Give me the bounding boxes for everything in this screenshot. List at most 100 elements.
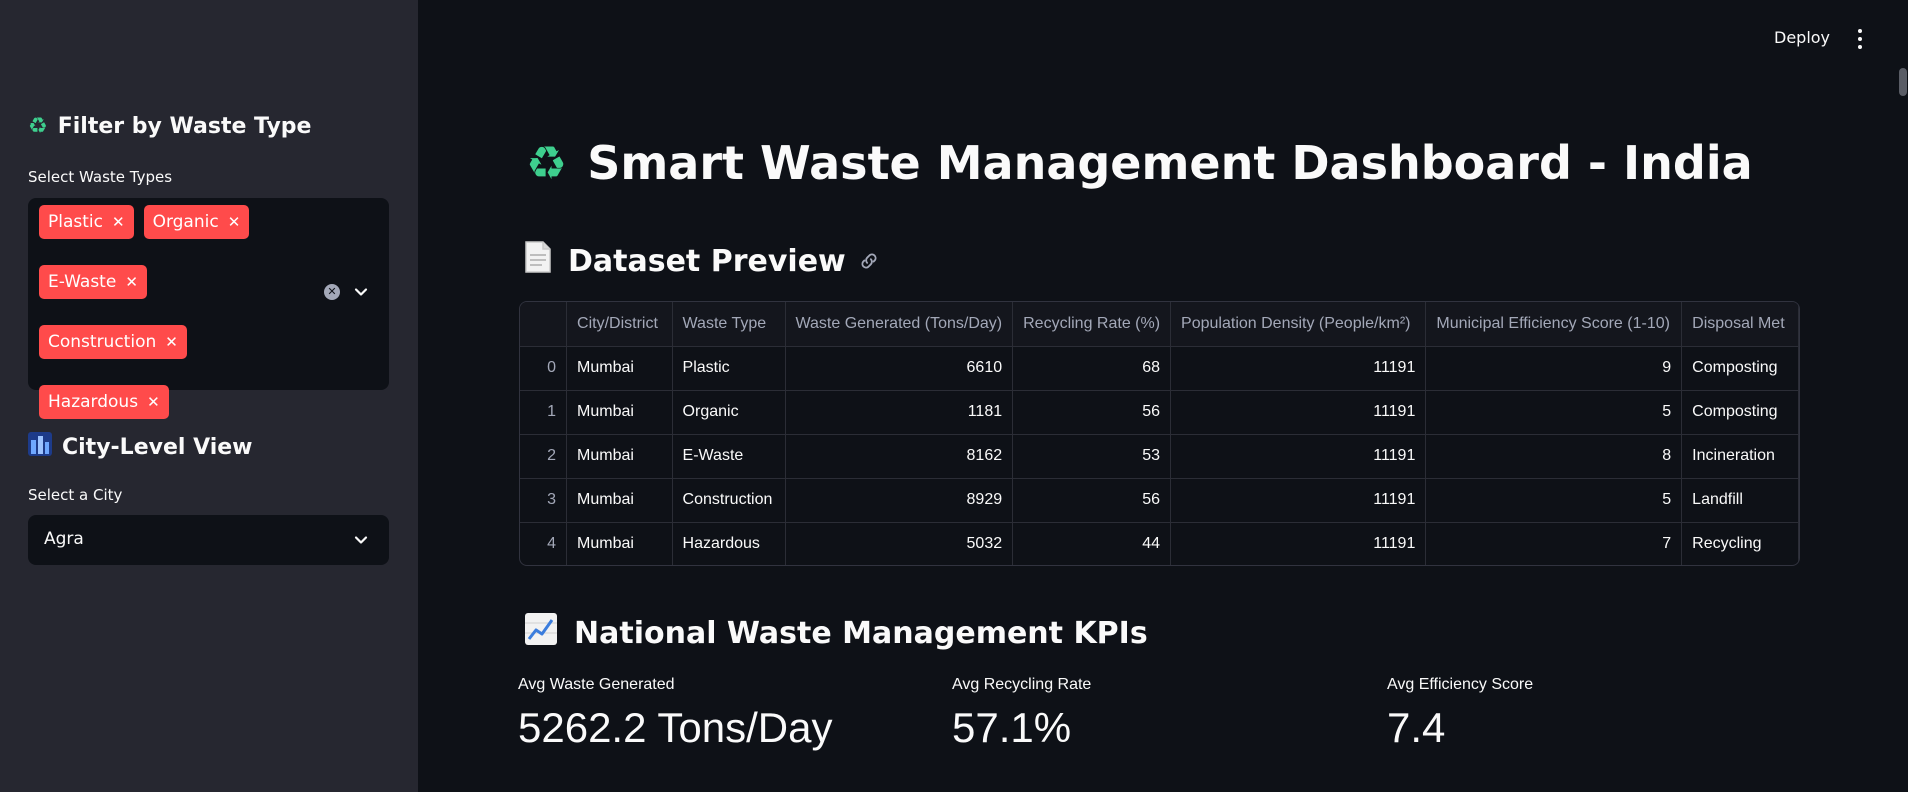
- row-index: 1: [520, 390, 568, 435]
- chip-construction: Construction ✕: [39, 325, 187, 359]
- table-cell[interactable]: E-Waste: [672, 434, 786, 479]
- kebab-menu-icon[interactable]: [1856, 29, 1864, 49]
- table-cell[interactable]: Landfill: [1681, 478, 1799, 523]
- chip-list: Plastic ✕ Organic ✕ E-Waste ✕ Constructi…: [39, 205, 329, 419]
- chip-label: Plastic: [48, 212, 103, 232]
- column-header[interactable]: Municipal Efficiency Score (1-10): [1425, 302, 1683, 347]
- table-cell[interactable]: Construction: [672, 478, 786, 523]
- table-cell[interactable]: Hazardous: [672, 522, 786, 565]
- chevron-down-icon[interactable]: [353, 532, 369, 548]
- table-cell[interactable]: 9: [1425, 346, 1683, 391]
- column-header[interactable]: Waste Type: [672, 302, 786, 347]
- city-select[interactable]: Agra: [28, 515, 389, 565]
- scrollbar[interactable]: [1899, 68, 1907, 96]
- kpi-avg-waste: Avg Waste Generated 5262.2 Tons/Day: [518, 676, 832, 752]
- table-cell[interactable]: 7: [1425, 522, 1683, 565]
- chart-increasing-icon: [524, 612, 558, 654]
- table-cell[interactable]: 6610: [785, 346, 1014, 391]
- table-cell[interactable]: Mumbai: [566, 478, 673, 523]
- page-title-text: Smart Waste Management Dashboard - India: [587, 136, 1753, 190]
- table-cell[interactable]: 1181: [785, 390, 1014, 435]
- table-cell[interactable]: 53: [1012, 434, 1172, 479]
- chevron-down-icon[interactable]: [353, 284, 369, 300]
- row-index: 3: [520, 478, 568, 523]
- recycle-icon: ♻: [28, 114, 48, 139]
- table-cell[interactable]: 11191: [1170, 346, 1427, 391]
- kpi-value: 5262.2 Tons/Day: [518, 704, 833, 751]
- row-index: 2: [520, 434, 568, 479]
- table-row: 2 Mumbai E-Waste 8162 53 11191 8 Inciner…: [520, 434, 1799, 479]
- table-cell[interactable]: Composting: [1681, 346, 1799, 391]
- table-row: 1 Mumbai Organic 1181 56 11191 5 Compost…: [520, 390, 1799, 435]
- chip-plastic: Plastic ✕: [39, 205, 134, 239]
- kpi-avg-recycling: Avg Recycling Rate 57.1%: [952, 676, 1091, 752]
- table-cell[interactable]: 5: [1425, 478, 1683, 523]
- waste-type-multiselect[interactable]: Plastic ✕ Organic ✕ E-Waste ✕ Constructi…: [28, 198, 389, 419]
- table-cell[interactable]: 5032: [785, 522, 1014, 565]
- city-header: City-Level View: [28, 432, 253, 462]
- cityscape-icon: [28, 432, 52, 462]
- city-select-value: Agra: [44, 529, 84, 549]
- kpi-section-title: National Waste Management KPIs: [524, 612, 1148, 654]
- column-header[interactable]: Disposal Met: [1681, 302, 1799, 347]
- table-row: 4 Mumbai Hazardous 5032 44 11191 7 Recyc…: [520, 522, 1799, 565]
- filter-header: ♻ Filter by Waste Type: [28, 114, 311, 139]
- sidebar: ♻ Filter by Waste Type Select Waste Type…: [0, 0, 418, 792]
- table-cell[interactable]: 5: [1425, 390, 1683, 435]
- column-header[interactable]: [520, 302, 568, 347]
- chip-label: Construction: [48, 332, 157, 352]
- table-cell[interactable]: 44: [1012, 522, 1172, 565]
- recycle-icon: ♻: [526, 136, 568, 190]
- clear-all-icon[interactable]: ✕: [324, 284, 340, 300]
- kpi-value: 7.4: [1387, 704, 1446, 751]
- close-icon[interactable]: ✕: [147, 393, 160, 411]
- table-cell[interactable]: Mumbai: [566, 522, 673, 565]
- close-icon[interactable]: ✕: [165, 333, 178, 351]
- kpi-label: Avg Efficiency Score: [1387, 676, 1534, 693]
- link-icon[interactable]: [858, 250, 880, 272]
- table-header-row: City/District Waste Type Waste Generated…: [520, 302, 1799, 347]
- column-header[interactable]: Population Density (People/km²): [1170, 302, 1427, 347]
- table-cell[interactable]: Mumbai: [566, 390, 673, 435]
- table-cell[interactable]: 68: [1012, 346, 1172, 391]
- chip-hazardous: Hazardous ✕: [39, 385, 169, 419]
- city-label: Select a City: [28, 486, 123, 504]
- table-cell[interactable]: 11191: [1170, 522, 1427, 565]
- table-row: 0 Mumbai Plastic 6610 68 11191 9 Compost…: [520, 346, 1799, 391]
- table-cell[interactable]: 56: [1012, 478, 1172, 523]
- close-icon[interactable]: ✕: [112, 213, 125, 231]
- filter-label: Select Waste Types: [28, 168, 173, 186]
- close-icon[interactable]: ✕: [228, 213, 241, 231]
- row-index: 4: [520, 522, 568, 565]
- deploy-button[interactable]: Deploy: [1774, 28, 1830, 47]
- kpi-section-text: National Waste Management KPIs: [574, 615, 1148, 651]
- dataset-section-text: Dataset Preview: [568, 243, 846, 279]
- page-title: ♻ Smart Waste Management Dashboard - Ind…: [526, 136, 1753, 190]
- row-index: 0: [520, 346, 568, 391]
- table-cell[interactable]: Mumbai: [566, 346, 673, 391]
- chip-organic: Organic ✕: [143, 205, 250, 239]
- kpi-value: 57.1%: [952, 704, 1072, 751]
- chip-label: Organic: [152, 212, 219, 232]
- table-cell[interactable]: Plastic: [672, 346, 786, 391]
- table-cell[interactable]: 8929: [785, 478, 1014, 523]
- column-header[interactable]: City/District: [566, 302, 673, 347]
- chip-label: Hazardous: [48, 392, 139, 412]
- table-cell[interactable]: 8162: [785, 434, 1014, 479]
- table-cell[interactable]: Mumbai: [566, 434, 673, 479]
- column-header[interactable]: Recycling Rate (%): [1012, 302, 1172, 347]
- close-icon[interactable]: ✕: [125, 273, 138, 291]
- table-cell[interactable]: 56: [1012, 390, 1172, 435]
- table-cell[interactable]: 8: [1425, 434, 1683, 479]
- table-cell[interactable]: Composting: [1681, 390, 1799, 435]
- dataframe-table[interactable]: City/District Waste Type Waste Generated…: [519, 301, 1800, 566]
- table-cell[interactable]: Organic: [672, 390, 786, 435]
- column-header[interactable]: Waste Generated (Tons/Day): [785, 302, 1014, 347]
- kpi-label: Avg Recycling Rate: [952, 676, 1092, 693]
- filter-header-text: Filter by Waste Type: [57, 114, 312, 139]
- table-cell[interactable]: Incineration: [1681, 434, 1799, 479]
- table-cell[interactable]: 11191: [1170, 478, 1427, 523]
- table-cell[interactable]: Recycling: [1681, 522, 1799, 565]
- table-cell[interactable]: 11191: [1170, 390, 1427, 435]
- table-cell[interactable]: 11191: [1170, 434, 1427, 479]
